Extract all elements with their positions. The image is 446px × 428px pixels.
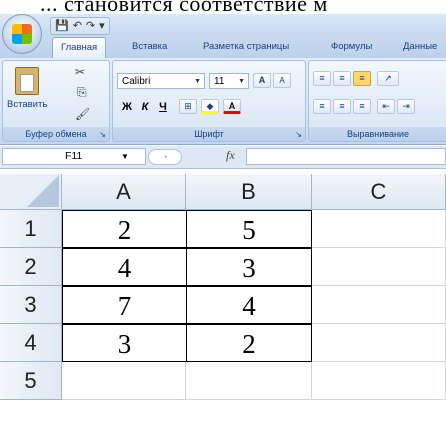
tab-home[interactable]: Главная bbox=[52, 37, 107, 59]
shrink-font-button[interactable]: A bbox=[273, 73, 291, 88]
formula-bar-resize[interactable]: ◔ bbox=[148, 149, 182, 165]
row-header-1[interactable]: 1 bbox=[0, 210, 62, 248]
formula-input[interactable] bbox=[246, 148, 446, 165]
cell-b2[interactable]: 3 bbox=[186, 248, 312, 286]
orientation-icon[interactable]: ↗ bbox=[377, 71, 399, 86]
bold-button[interactable]: Ж bbox=[119, 99, 135, 115]
cell-c5[interactable] bbox=[312, 362, 446, 400]
decrease-indent-icon[interactable]: ⇤ bbox=[377, 99, 395, 114]
formula-bar: F11 ▼ ◔ fx bbox=[0, 146, 446, 169]
tab-data[interactable]: Данные bbox=[403, 41, 437, 52]
paste-label: Вставить bbox=[7, 99, 48, 110]
name-box-value: F11 bbox=[65, 150, 83, 162]
copy-icon[interactable]: ⎘ bbox=[77, 85, 87, 100]
borders-icon[interactable]: ⊞ bbox=[179, 99, 197, 114]
document-text: ... становится соответствие м bbox=[40, 0, 328, 14]
undo-icon[interactable]: ↶ bbox=[73, 19, 82, 33]
document-text-strip: ... становится соответствие м bbox=[0, 0, 446, 14]
tab-formulas[interactable]: Формулы bbox=[331, 41, 372, 52]
dialog-launcher-icon[interactable]: ↘ bbox=[99, 130, 106, 139]
underline-button[interactable]: Ч bbox=[155, 99, 171, 115]
chevron-down-icon: ▼ bbox=[238, 78, 245, 85]
row-header-3[interactable]: 3 bbox=[0, 286, 62, 324]
spreadsheet-grid: A B C 1 2 3 4 5 2 5 4 3 7 4 3 2 bbox=[0, 174, 446, 428]
row-header-2[interactable]: 2 bbox=[0, 248, 62, 286]
tab-page-layout[interactable]: Разметка страницы bbox=[203, 41, 289, 52]
font-group-label: Шрифт bbox=[113, 127, 305, 141]
fill-color-icon[interactable]: ◆ bbox=[201, 99, 219, 114]
increase-indent-icon[interactable]: ⇥ bbox=[397, 99, 415, 114]
font-group: Calibri ▼ 11 ▼ A A Ж К Ч ⊞ ◆ A Шрифт ↘ bbox=[112, 60, 306, 142]
customize-qat-icon[interactable]: ▾ bbox=[99, 19, 105, 33]
align-bottom-icon[interactable]: ≡ bbox=[353, 71, 371, 86]
dialog-launcher-icon[interactable]: ↘ bbox=[295, 130, 302, 139]
quick-access-toolbar: 💾 ↶ ↷ ▾ bbox=[50, 17, 110, 35]
cell-a1[interactable]: 2 bbox=[62, 210, 187, 248]
alignment-group-label: Выравнивание bbox=[309, 127, 446, 141]
paste-button[interactable]: Вставить bbox=[7, 67, 47, 110]
column-header-c[interactable]: C bbox=[312, 174, 446, 210]
font-size-value: 11 bbox=[214, 76, 225, 87]
cell-c4[interactable] bbox=[312, 324, 446, 362]
cell-a3[interactable]: 7 bbox=[62, 286, 187, 324]
cut-icon[interactable]: ✂ bbox=[75, 65, 85, 79]
insert-function-icon[interactable]: fx bbox=[226, 148, 235, 163]
cell-b1[interactable]: 5 bbox=[186, 210, 312, 248]
cell-a5[interactable] bbox=[62, 362, 186, 400]
align-top-icon[interactable]: ≡ bbox=[313, 71, 331, 86]
redo-icon[interactable]: ↷ bbox=[86, 19, 95, 33]
cell-a4[interactable]: 3 bbox=[62, 324, 187, 362]
column-header-a[interactable]: A bbox=[62, 174, 186, 210]
font-color-icon[interactable]: A bbox=[223, 99, 241, 114]
align-left-icon[interactable]: ≡ bbox=[313, 99, 331, 114]
chevron-down-icon: ▼ bbox=[194, 78, 201, 85]
row-header-4[interactable]: 4 bbox=[0, 324, 62, 362]
ribbon: Вставить ✂ ⎘ 🖌 Буфер обмена ↘ Calibri ▼ … bbox=[0, 58, 446, 145]
font-name-value: Calibri bbox=[122, 76, 151, 87]
italic-button[interactable]: К bbox=[137, 99, 153, 115]
align-right-icon[interactable]: ≡ bbox=[353, 99, 371, 114]
chevron-down-icon: ▼ bbox=[121, 152, 129, 161]
cell-c1[interactable] bbox=[312, 210, 446, 248]
grow-font-button[interactable]: A bbox=[253, 73, 271, 88]
cell-c2[interactable] bbox=[312, 248, 446, 286]
align-middle-icon[interactable]: ≡ bbox=[333, 71, 351, 86]
cell-b4[interactable]: 2 bbox=[186, 324, 312, 362]
cell-b5[interactable] bbox=[186, 362, 312, 400]
save-icon[interactable]: 💾 bbox=[55, 19, 69, 33]
name-box[interactable]: F11 ▼ bbox=[2, 148, 146, 165]
clipboard-group-label: Буфер обмена bbox=[3, 127, 109, 141]
cell-c3[interactable] bbox=[312, 286, 446, 324]
ribbon-tabs: Главная Вставка Разметка страницы Формул… bbox=[0, 36, 446, 59]
cell-b3[interactable]: 4 bbox=[186, 286, 312, 324]
font-name-box[interactable]: Calibri ▼ bbox=[117, 73, 205, 89]
row-header-5[interactable]: 5 bbox=[0, 362, 62, 400]
column-header-b[interactable]: B bbox=[186, 174, 312, 210]
alignment-group: ≡ ≡ ≡ ↗ ≡ ≡ ≡ ⇤ ⇥ Выравнивание bbox=[308, 60, 446, 142]
office-button[interactable] bbox=[2, 14, 42, 54]
align-center-icon[interactable]: ≡ bbox=[333, 99, 351, 114]
tab-insert[interactable]: Вставка bbox=[132, 41, 167, 52]
clipboard-group: Вставить ✂ ⎘ 🖌 Буфер обмена ↘ bbox=[2, 60, 110, 142]
clipboard-icon bbox=[15, 67, 39, 95]
format-painter-icon[interactable]: 🖌 bbox=[75, 107, 90, 121]
font-size-box[interactable]: 11 ▼ bbox=[209, 73, 249, 89]
office-logo-icon bbox=[12, 24, 32, 44]
select-all-button[interactable] bbox=[0, 174, 62, 210]
cell-a2[interactable]: 4 bbox=[62, 248, 187, 286]
